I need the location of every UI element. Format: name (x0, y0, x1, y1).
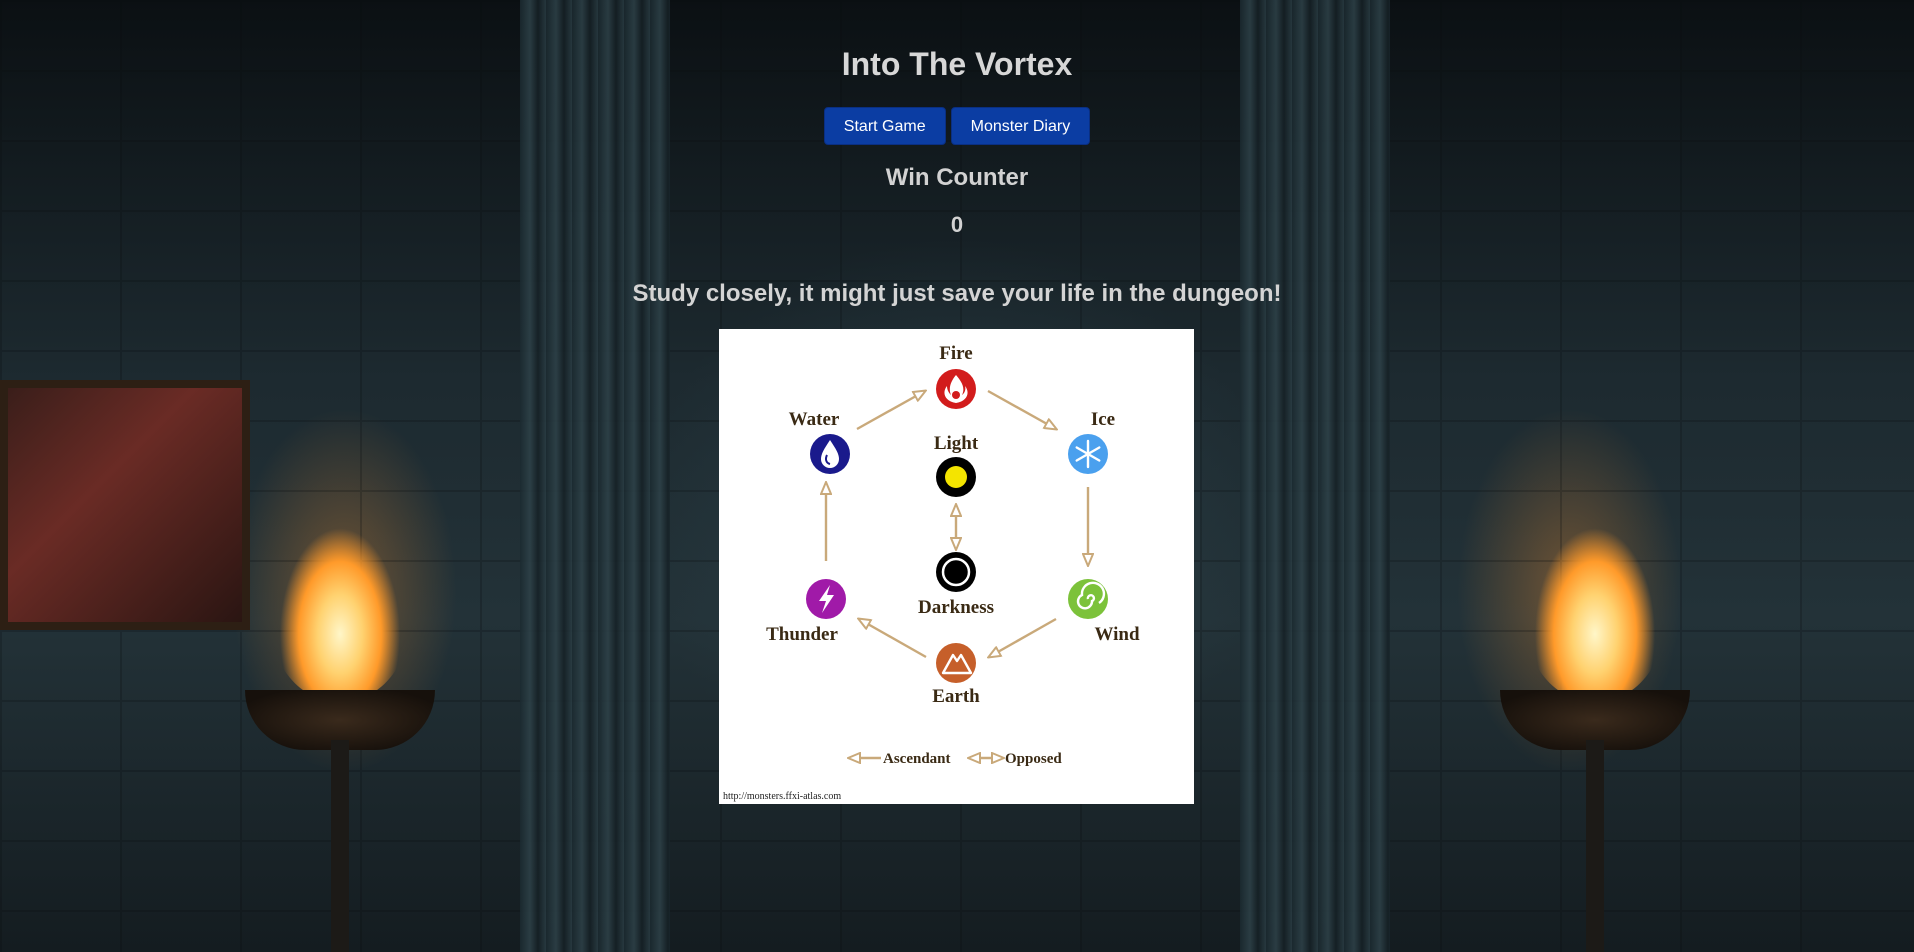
element-earth: Earth (932, 643, 980, 707)
left-torch-stand (331, 740, 349, 952)
study-hint: Study closely, it might just save your l… (632, 280, 1282, 307)
action-buttons: Start Game Monster Diary (0, 107, 1914, 145)
win-counter-value: 0 (950, 212, 964, 237)
element-light: Light (934, 433, 979, 497)
element-ice: Ice (1068, 409, 1115, 474)
legend-ascendant-label: Ascendant (883, 751, 951, 767)
start-game-button[interactable]: Start Game (823, 107, 946, 145)
right-torch-stand (1586, 740, 1604, 952)
element-water: Water (789, 409, 850, 474)
chart-source-url: http://monsters.ffxi-atlas.com (723, 791, 841, 802)
chart-legend: Ascendant Opposed (849, 751, 1062, 767)
arrow-water-to-fire (856, 391, 925, 431)
label-thunder: Thunder (766, 624, 838, 645)
label-wind: Wind (1094, 624, 1140, 645)
label-darkness: Darkness (918, 597, 994, 618)
mountain-icon (936, 643, 976, 683)
label-fire: Fire (939, 343, 972, 364)
right-torch-flame (1520, 480, 1670, 700)
flame-core (952, 391, 960, 399)
element-darkness: Darkness (918, 552, 994, 618)
label-ice: Ice (1091, 409, 1115, 430)
element-thunder: Thunder (766, 579, 846, 645)
label-water: Water (789, 409, 840, 430)
element-wind: Wind (1068, 579, 1140, 645)
arrow-fire-to-ice (987, 389, 1056, 429)
arrow-earth-to-thunder (859, 619, 927, 659)
left-torch-flame (265, 480, 415, 700)
page-title: Into The Vortex (841, 46, 1073, 82)
win-counter-label: Win Counter (885, 164, 1029, 191)
light-orb-core (945, 466, 967, 488)
element-chart-image: Fire Ice Wind Earth Thunder Water Light … (719, 329, 1194, 804)
monster-diary-button[interactable]: Monster Diary (950, 107, 1091, 145)
legend-opposed-label: Opposed (1005, 751, 1062, 767)
label-earth: Earth (932, 686, 980, 707)
arrow-wind-to-earth (989, 617, 1057, 657)
wall-painting (0, 380, 250, 630)
element-fire: Fire (936, 343, 976, 409)
label-light: Light (934, 433, 979, 454)
element-chart-svg: Fire Ice Wind Earth Thunder Water Light … (723, 343, 1140, 802)
